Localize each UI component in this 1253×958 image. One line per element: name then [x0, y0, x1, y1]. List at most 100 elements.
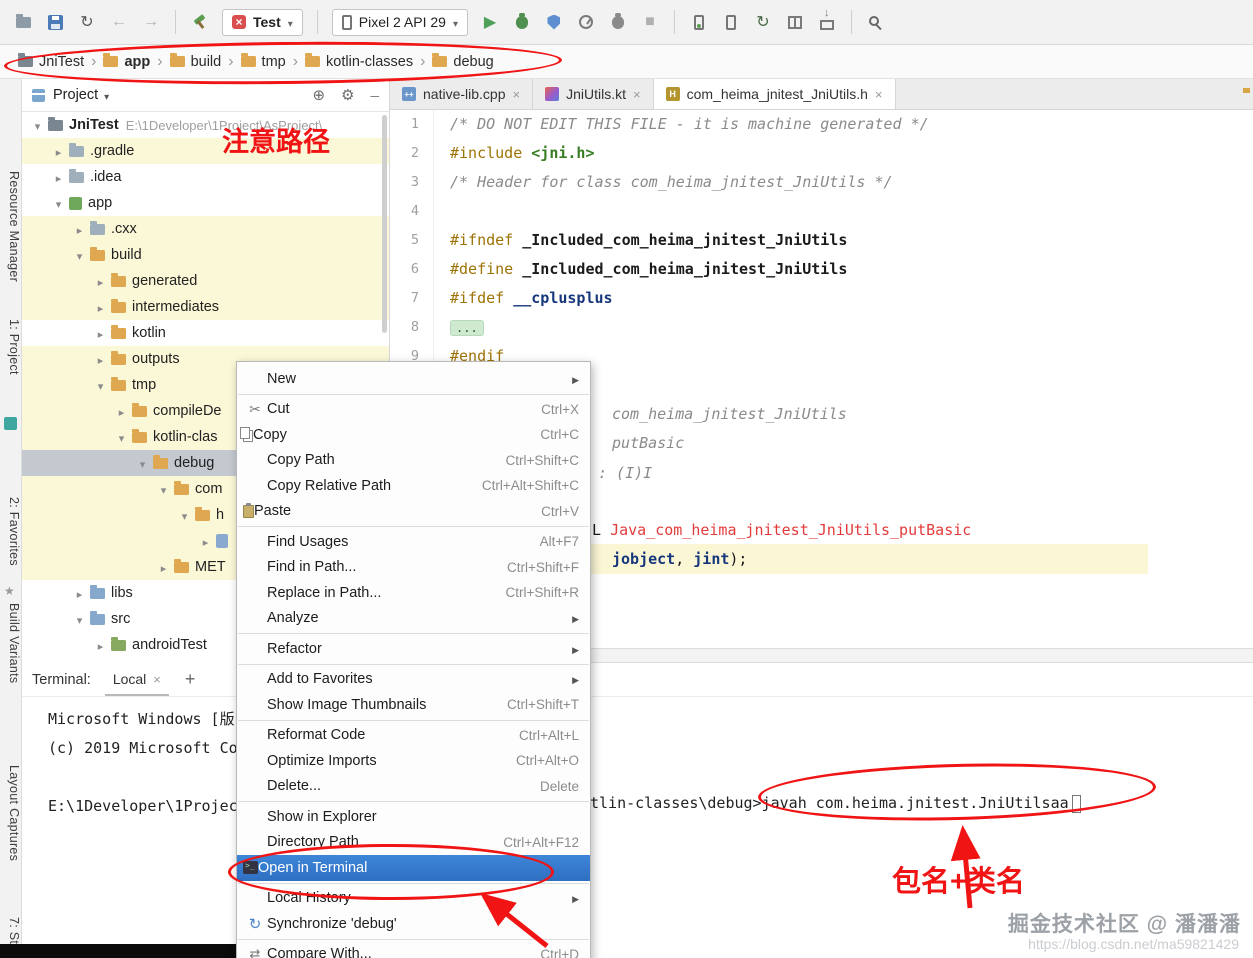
- debug-button[interactable]: [507, 8, 537, 36]
- breadcrumb-item-jnitest[interactable]: JniTest: [18, 53, 84, 70]
- tree-item-jnitest[interactable]: JniTest E:\1Developer\1Project\AsProject\: [22, 112, 389, 138]
- tree-item-intermediates[interactable]: intermediates: [22, 294, 389, 320]
- menu-item-analyze[interactable]: Analyze: [237, 606, 590, 632]
- tree-expand-icon[interactable]: [72, 611, 87, 627]
- menu-item-find-usages[interactable]: Find Usages Alt+F7: [237, 529, 590, 555]
- tree-expand-icon[interactable]: [72, 247, 87, 263]
- menu-item-show-image-thumbnails[interactable]: Show Image Thumbnails Ctrl+Shift+T: [237, 692, 590, 718]
- stripe-tab-project[interactable]: 1: Project: [2, 319, 21, 375]
- device-file-explorer-button[interactable]: [716, 8, 746, 36]
- tree-expand-icon[interactable]: [72, 221, 87, 237]
- tree-expand-icon[interactable]: [114, 429, 129, 445]
- tree-expand-icon[interactable]: [51, 195, 66, 211]
- tree-item-gradle[interactable]: .gradle: [22, 138, 389, 164]
- gradle-sync-button[interactable]: ↻: [748, 8, 778, 36]
- stop-button[interactable]: ■: [635, 8, 665, 36]
- close-icon[interactable]: [513, 86, 521, 102]
- breadcrumb-item-debug[interactable]: debug: [432, 53, 494, 70]
- menu-item-refactor[interactable]: Refactor: [237, 636, 590, 662]
- menu-item-add-to-favorites[interactable]: Add to Favorites: [237, 667, 590, 693]
- menu-item-find-in-path[interactable]: Find in Path... Ctrl+Shift+F: [237, 555, 590, 581]
- tree-item-generated[interactable]: generated: [22, 268, 389, 294]
- project-panel-title[interactable]: Project: [53, 87, 98, 103]
- menu-item-local-history[interactable]: Local History: [237, 886, 590, 912]
- menu-item-replace-in-path[interactable]: Replace in Path... Ctrl+Shift+R: [237, 580, 590, 606]
- tree-expand-icon[interactable]: [93, 273, 108, 289]
- synchronize-button[interactable]: ↻: [72, 8, 102, 36]
- tree-item-idea[interactable]: .idea: [22, 164, 389, 190]
- tree-expand-icon[interactable]: [51, 143, 66, 159]
- close-icon[interactable]: [153, 671, 161, 687]
- terminal-tab-local[interactable]: Local: [104, 663, 169, 696]
- menu-item-cut[interactable]: Cut Ctrl+X: [237, 397, 590, 423]
- stripe-tab-favorites[interactable]: 2: Favorites: [2, 497, 21, 566]
- menu-item-paste[interactable]: Paste Ctrl+V: [237, 499, 590, 525]
- tree-item-kotlin[interactable]: kotlin: [22, 320, 389, 346]
- menu-item-synchronize-debug[interactable]: Synchronize 'debug': [237, 911, 590, 937]
- locate-file-icon[interactable]: [312, 86, 325, 104]
- tree-item-cxx[interactable]: .cxx: [22, 216, 389, 242]
- menu-item-compare-with[interactable]: Compare With... Ctrl+D: [237, 942, 590, 958]
- tree-expand-icon[interactable]: [93, 299, 108, 315]
- project-scrollbar[interactable]: [382, 115, 387, 333]
- forward-button[interactable]: →: [136, 8, 166, 36]
- menu-item-delete[interactable]: Delete... Delete: [237, 774, 590, 800]
- tree-expand-icon[interactable]: [198, 533, 213, 549]
- tree-expand-icon[interactable]: [156, 559, 171, 575]
- breadcrumb-item-kotlin-classes[interactable]: kotlin-classes: [305, 53, 413, 70]
- search-everywhere-button[interactable]: [861, 8, 891, 36]
- tree-expand-icon[interactable]: [156, 481, 171, 497]
- avd-manager-button[interactable]: [684, 8, 714, 36]
- attach-debugger-button[interactable]: [603, 8, 633, 36]
- tree-item-build[interactable]: build: [22, 242, 389, 268]
- profiler-button[interactable]: [571, 8, 601, 36]
- menu-item-directory-path[interactable]: Directory Path Ctrl+Alt+F12: [237, 830, 590, 856]
- menu-item-optimize-imports[interactable]: Optimize Imports Ctrl+Alt+O: [237, 748, 590, 774]
- editor-tab-native-lib-cpp[interactable]: native-lib.cpp: [390, 79, 534, 109]
- menu-item-show-in-explorer[interactable]: Show in Explorer: [237, 804, 590, 830]
- menu-item-new[interactable]: New: [237, 366, 590, 392]
- breadcrumb-item-tmp[interactable]: tmp: [240, 53, 286, 70]
- hide-panel-icon[interactable]: [370, 87, 379, 104]
- close-icon[interactable]: [633, 86, 641, 102]
- tree-expand-icon[interactable]: [72, 585, 87, 601]
- menu-item-open-in-terminal[interactable]: Open in Terminal: [237, 855, 590, 881]
- menu-item-copy-path[interactable]: Copy Path Ctrl+Shift+C: [237, 448, 590, 474]
- gear-icon[interactable]: [341, 86, 354, 104]
- open-project-button[interactable]: [8, 8, 38, 36]
- run-with-coverage-button[interactable]: [539, 8, 569, 36]
- tree-expand-icon[interactable]: [93, 325, 108, 341]
- tree-expand-icon[interactable]: [93, 377, 108, 393]
- menu-item-copy[interactable]: Copy Ctrl+C: [237, 422, 590, 448]
- favorites-star-icon[interactable]: [4, 582, 15, 598]
- tree-expand-icon[interactable]: [51, 169, 66, 185]
- device-dropdown[interactable]: Pixel 2 API 29: [331, 8, 468, 36]
- run-button[interactable]: ▶: [475, 8, 505, 36]
- sdk-manager-button[interactable]: [812, 7, 842, 36]
- breadcrumb-item-build[interactable]: build: [169, 53, 221, 70]
- stripe-tab-build-variants[interactable]: Build Variants: [2, 603, 21, 683]
- back-button[interactable]: ←: [104, 8, 134, 36]
- breadcrumb-item-app[interactable]: app: [103, 53, 150, 70]
- close-icon[interactable]: [875, 86, 883, 102]
- editor-tab-jniutils-kt[interactable]: JniUtils.kt: [533, 79, 654, 109]
- tree-item-app[interactable]: app: [22, 190, 389, 216]
- save-all-button[interactable]: [40, 8, 70, 36]
- menu-item-reformat-code[interactable]: Reformat Code Ctrl+Alt+L: [237, 723, 590, 749]
- new-terminal-session-button[interactable]: [185, 669, 196, 690]
- stripe-tab-resource-manager[interactable]: Resource Manager: [2, 171, 21, 282]
- make-project-button[interactable]: [185, 8, 215, 36]
- run-config-dropdown[interactable]: Test: [222, 8, 303, 36]
- menu-item-copy-relative-path[interactable]: Copy Relative Path Ctrl+Alt+Shift+C: [237, 473, 590, 499]
- chevron-down-icon[interactable]: [104, 87, 109, 103]
- tree-expand-icon[interactable]: [93, 637, 108, 653]
- tree-expand-icon[interactable]: [114, 403, 129, 419]
- tree-expand-icon[interactable]: [135, 455, 150, 471]
- tree-expand-icon[interactable]: [93, 351, 108, 367]
- layout-inspector-button[interactable]: [780, 8, 810, 36]
- tree-expand-icon[interactable]: [30, 117, 45, 133]
- stripe-tab-layout-captures[interactable]: Layout Captures: [2, 765, 21, 861]
- tree-expand-icon[interactable]: [177, 507, 192, 523]
- terminal-prompt-line[interactable]: tlin-classes\debug>javah com.heima.jnite…: [590, 789, 1081, 818]
- project-tool-icon[interactable]: [4, 417, 17, 430]
